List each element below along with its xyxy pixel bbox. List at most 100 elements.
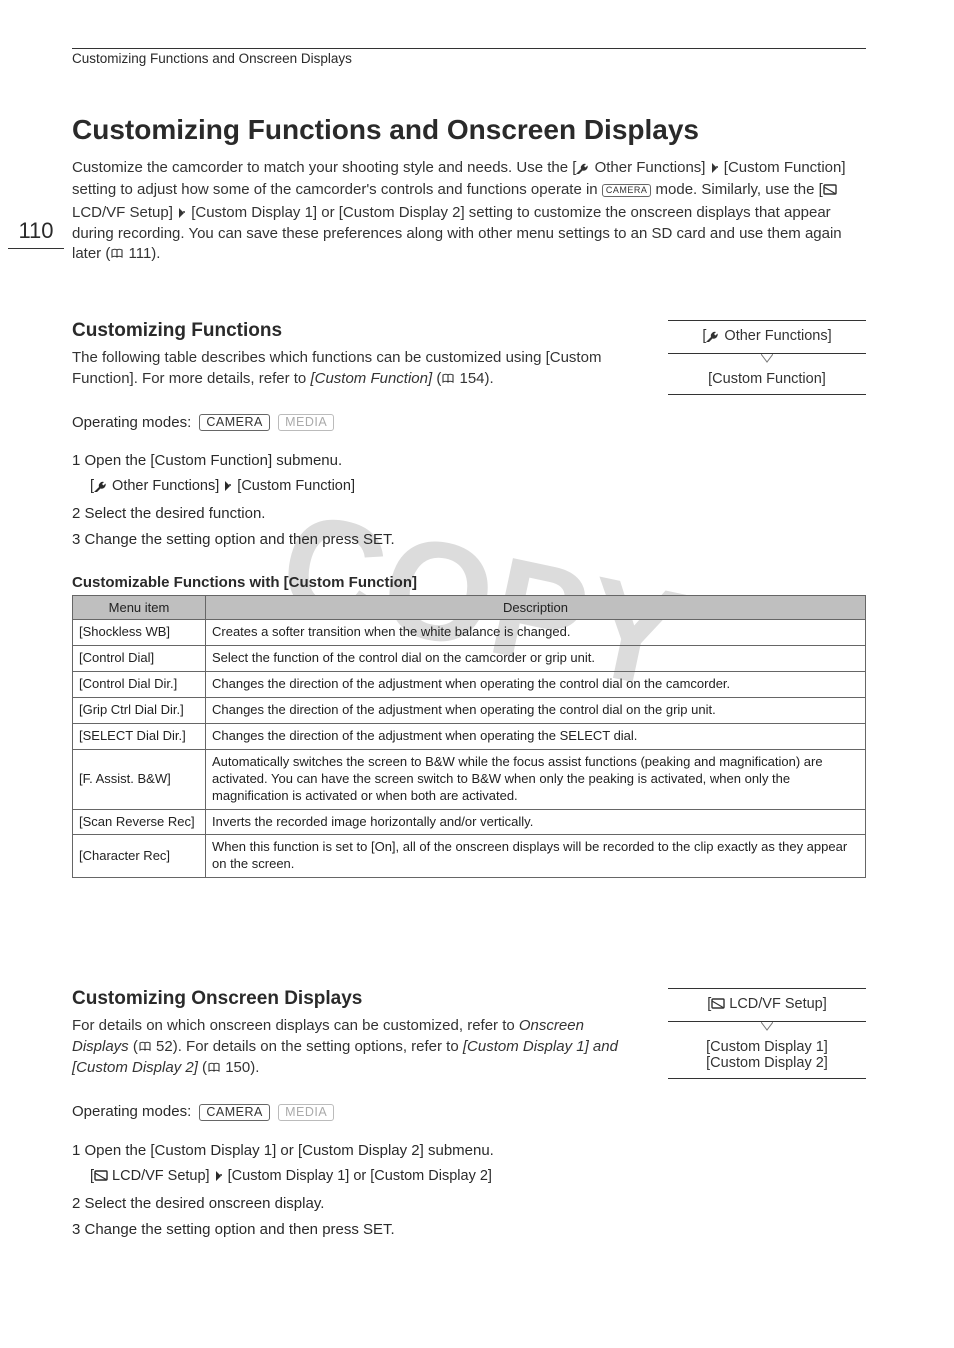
cell-desc: Creates a softer transition when the whi… (206, 620, 866, 646)
operating-modes: Operating modes: CAMERA MEDIA (72, 1103, 866, 1121)
cell-item: [Shockless WB] (73, 620, 206, 646)
cell-item: [SELECT Dial Dir.] (73, 724, 206, 750)
intro-text: 111). (124, 245, 160, 262)
cell-desc: Changes the direction of the adjustment … (206, 724, 866, 750)
table-row: [Grip Ctrl Dial Dir.]Changes the directi… (73, 698, 866, 724)
cell-item: [Grip Ctrl Dial Dir.] (73, 698, 206, 724)
step-1-sub: [ Other Functions] [Custom Function] (90, 475, 866, 500)
cell-desc: Automatically switches the screen to B&W… (206, 749, 866, 809)
wrench-icon (94, 477, 108, 500)
text: Other Functions] (108, 478, 223, 494)
wrench-icon (576, 160, 590, 180)
book-icon (110, 245, 124, 265)
custom-function-table: Menu item Description [Shockless WB]Crea… (72, 595, 866, 878)
book-icon (207, 1059, 221, 1079)
section-heading-customizing-functions: Customizing Functions (72, 320, 642, 342)
arrow-right-icon (710, 159, 720, 179)
menu-path-top: [ Other Functions] (668, 321, 866, 353)
arrow-right-icon (214, 1166, 224, 1189)
step-2: 2 Select the desired function. (72, 502, 866, 526)
intro-text: mode. Similarly, use the [ (651, 181, 822, 198)
cell-item: [Control Dial Dir.] (73, 672, 206, 698)
text: ( (198, 1059, 207, 1076)
cell-desc: Inverts the recorded image horizontally … (206, 809, 866, 835)
section1-paragraph: The following table describes which func… (72, 348, 642, 390)
text: ( (129, 1038, 138, 1055)
mode-media-chip: MEDIA (278, 1104, 334, 1121)
text: LCD/VF Setup] (725, 996, 827, 1012)
display-icon (94, 1167, 108, 1190)
book-icon (441, 370, 455, 390)
cell-item: [Scan Reverse Rec] (73, 809, 206, 835)
step-2: 2 Select the desired onscreen display. (72, 1192, 866, 1216)
step-3: 3 Change the setting option and then pre… (72, 528, 866, 552)
operating-modes-label: Operating modes: (72, 414, 191, 431)
page-title: Customizing Functions and Onscreen Displ… (72, 114, 866, 146)
text: [Custom Display 1] (668, 1039, 866, 1055)
arrow-right-icon (177, 204, 187, 224)
text: 52). For details on the setting options,… (152, 1038, 463, 1055)
text: 150). (221, 1059, 259, 1076)
table-caption: Customizable Functions with [Custom Func… (72, 574, 866, 591)
step-3: 3 Change the setting option and then pre… (72, 1218, 866, 1242)
table-row: [Scan Reverse Rec]Inverts the recorded i… (73, 809, 866, 835)
cell-desc: Select the function of the control dial … (206, 646, 866, 672)
intro-text: Other Functions] (590, 159, 709, 176)
operating-modes-label: Operating modes: (72, 1103, 191, 1120)
steps-list: 1 Open the [Custom Display 1] or [Custom… (72, 1139, 866, 1242)
mode-camera-chip: CAMERA (199, 414, 269, 431)
text: 154). (455, 370, 493, 387)
ref-italic: [Custom Function] (310, 370, 432, 387)
cell-item: [Character Rec] (73, 835, 206, 878)
table-header-description: Description (206, 596, 866, 620)
text: [Custom Function] (233, 478, 355, 494)
table-header-menu-item: Menu item (73, 596, 206, 620)
breadcrumb: Customizing Functions and Onscreen Displ… (72, 51, 866, 66)
text: ( (432, 370, 441, 387)
table-row: [Control Dial]Select the function of the… (73, 646, 866, 672)
menu-path-bottom: [Custom Function] (668, 364, 866, 394)
intro-text: [Custom Display 1] or [Custom Display 2]… (72, 204, 842, 263)
cell-desc: Changes the direction of the adjustment … (206, 698, 866, 724)
menu-path-box: [ LCD/VF Setup] [Custom Display 1] [Cust… (668, 988, 866, 1079)
mode-camera-chip: CAMERA (199, 1104, 269, 1121)
intro-text: Customize the camcorder to match your sh… (72, 159, 576, 176)
mode-media-chip: MEDIA (278, 414, 334, 431)
table-row: [Character Rec]When this function is set… (73, 835, 866, 878)
section2-paragraph: For details on which onscreen displays c… (72, 1016, 642, 1079)
top-rule (72, 48, 866, 49)
display-icon (711, 997, 725, 1014)
arrow-right-icon (223, 476, 233, 499)
down-notch-icon (668, 1022, 866, 1032)
down-notch-icon (668, 354, 866, 364)
cell-item: [Control Dial] (73, 646, 206, 672)
menu-path-top: [ LCD/VF Setup] (668, 989, 866, 1021)
steps-list: 1 Open the [Custom Function] submenu. [ … (72, 449, 866, 552)
table-row: [F. Assist. B&W]Automatically switches t… (73, 749, 866, 809)
display-icon (823, 182, 837, 202)
text: Other Functions] (720, 328, 831, 344)
page-number: 110 (8, 218, 64, 249)
wrench-icon (706, 328, 720, 346)
text: [Custom Display 1] or [Custom Display 2] (224, 1168, 492, 1184)
step-1: 1 Open the [Custom Function] submenu. (72, 449, 866, 473)
book-icon (138, 1038, 152, 1058)
table-row: [SELECT Dial Dir.]Changes the direction … (73, 724, 866, 750)
intro-paragraph: Customize the camcorder to match your sh… (72, 158, 866, 265)
cell-item: [F. Assist. B&W] (73, 749, 206, 809)
menu-path-bottom: [Custom Display 1] [Custom Display 2] (668, 1032, 866, 1078)
intro-text: LCD/VF Setup] (72, 204, 177, 221)
table-row: [Control Dial Dir.]Changes the direction… (73, 672, 866, 698)
menu-path-box: [ Other Functions] [Custom Function] (668, 320, 866, 395)
operating-modes: Operating modes: CAMERA MEDIA (72, 414, 866, 432)
camera-mode-chip: CAMERA (602, 184, 652, 197)
table-row: [Shockless WB]Creates a softer transitio… (73, 620, 866, 646)
text: For details on which onscreen displays c… (72, 1017, 519, 1034)
cell-desc: Changes the direction of the adjustment … (206, 672, 866, 698)
text: LCD/VF Setup] (108, 1168, 214, 1184)
step-1-sub: [ LCD/VF Setup] [Custom Display 1] or [C… (90, 1165, 866, 1190)
section-heading-customizing-onscreen-displays: Customizing Onscreen Displays (72, 988, 642, 1010)
step-1: 1 Open the [Custom Display 1] or [Custom… (72, 1139, 866, 1163)
cell-desc: When this function is set to [On], all o… (206, 835, 866, 878)
text: [Custom Display 2] (668, 1055, 866, 1071)
